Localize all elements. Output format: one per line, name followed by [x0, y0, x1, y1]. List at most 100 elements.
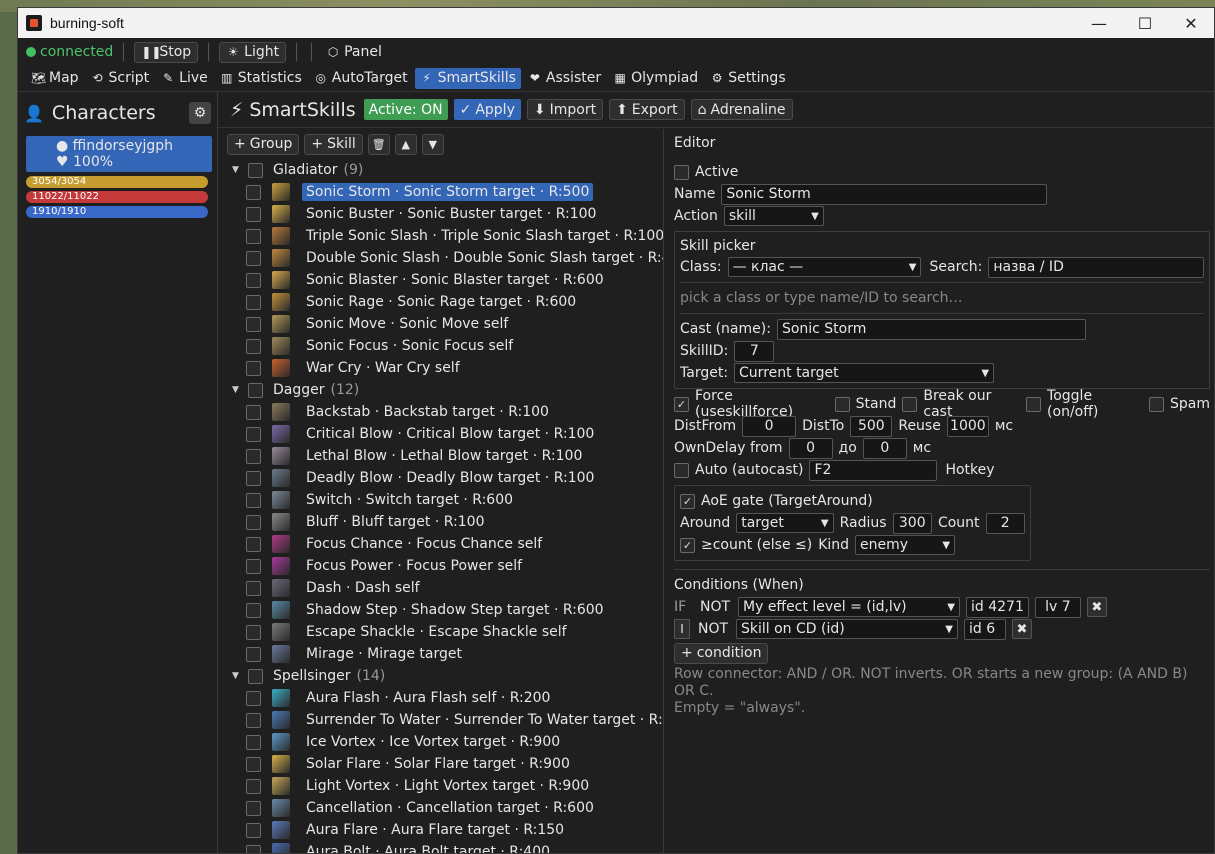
group-row[interactable]: ▼ Gladiator (9)	[232, 159, 663, 181]
group-checkbox[interactable]	[248, 382, 263, 398]
skill-row[interactable]: Aura Flash · Aura Flash self · R:200	[232, 687, 663, 709]
skill-row[interactable]: Shadow Step · Shadow Step target · R:600	[232, 599, 663, 621]
skill-checkbox[interactable]	[246, 294, 261, 310]
delete-button[interactable]: 🗑	[367, 133, 390, 155]
break-cast-checkbox[interactable]	[902, 396, 918, 412]
owndelay-from-input[interactable]: 0	[788, 437, 833, 459]
tab-settings[interactable]: ⚙ Settings	[705, 68, 790, 89]
tab-assister[interactable]: ❤ Assister	[523, 68, 606, 89]
skill-row[interactable]: Sonic Rage · Sonic Rage target · R:600	[232, 291, 663, 313]
skill-checkbox[interactable]	[246, 250, 261, 266]
distfrom-input[interactable]: 0	[742, 415, 797, 437]
skill-checkbox[interactable]	[246, 426, 261, 442]
skill-checkbox[interactable]	[246, 492, 261, 508]
kind-select[interactable]: enemy ▼	[855, 535, 956, 555]
tab-map[interactable]: 🗺 Map	[26, 68, 84, 89]
skill-row[interactable]: Sonic Focus · Sonic Focus self	[232, 335, 663, 357]
skill-checkbox[interactable]	[246, 514, 261, 530]
skill-checkbox[interactable]	[246, 272, 261, 288]
skill-checkbox[interactable]	[246, 404, 261, 420]
action-select[interactable]: skill ▼	[723, 206, 824, 226]
skill-row[interactable]: Cancellation · Cancellation target · R:6…	[232, 797, 663, 819]
count-input[interactable]: 2	[985, 512, 1025, 534]
skill-row[interactable]: Sonic Storm · Sonic Storm target · R:500	[232, 181, 663, 203]
active-toggle[interactable]: Active: ON	[363, 99, 448, 120]
distto-input[interactable]: 500	[850, 415, 893, 437]
skill-checkbox[interactable]	[246, 558, 261, 574]
characters-settings-button[interactable]: ⚙	[189, 102, 211, 124]
skillid-input[interactable]: 7	[734, 340, 775, 362]
skill-checkbox[interactable]	[246, 206, 261, 222]
tab-live[interactable]: ✎ Live	[156, 68, 213, 89]
skill-row[interactable]: Dash · Dash self	[232, 577, 663, 599]
skill-row[interactable]: Ice Vortex · Ice Vortex target · R:900	[232, 731, 663, 753]
skill-checkbox[interactable]	[246, 756, 261, 772]
skill-row[interactable]: Double Sonic Slash · Double Sonic Slash …	[232, 247, 663, 269]
skill-row[interactable]: Sonic Blaster · Sonic Blaster target · R…	[232, 269, 663, 291]
autocast-checkbox[interactable]	[674, 462, 689, 478]
skill-checkbox[interactable]	[246, 602, 261, 618]
import-button[interactable]: ⬇ Import	[526, 99, 604, 120]
add-group-button[interactable]: + Group	[227, 133, 300, 155]
skill-row[interactable]: Focus Power · Focus Power self	[232, 555, 663, 577]
radius-input[interactable]: 300	[892, 512, 932, 534]
skill-row[interactable]: Solar Flare · Solar Flare target · R:900	[232, 753, 663, 775]
skill-row[interactable]: Bluff · Bluff target · R:100	[232, 511, 663, 533]
skill-row[interactable]: Lethal Blow · Lethal Blow target · R:100	[232, 445, 663, 467]
spam-checkbox[interactable]	[1149, 396, 1164, 412]
adrenaline-button[interactable]: ⌂ Adrenaline	[690, 99, 793, 120]
skill-checkbox[interactable]	[246, 470, 261, 486]
caret-down-icon[interactable]: ▼	[232, 385, 242, 395]
tab-script[interactable]: ⟲ Script	[86, 68, 155, 89]
skill-checkbox[interactable]	[246, 822, 261, 838]
around-select[interactable]: target ▼	[736, 513, 834, 533]
condition-connector[interactable]: I	[674, 619, 690, 639]
skill-row[interactable]: Deadly Blow · Deadly Blow target · R:100	[232, 467, 663, 489]
skill-checkbox[interactable]	[246, 184, 261, 200]
skill-row[interactable]: Escape Shackle · Escape Shackle self	[232, 621, 663, 643]
tab-smartskills[interactable]: ⚡ SmartSkills	[414, 67, 521, 89]
skill-checkbox[interactable]	[246, 800, 261, 816]
skill-checkbox[interactable]	[246, 778, 261, 794]
class-select[interactable]: — клас — ▼	[727, 257, 922, 277]
skill-row[interactable]: Sonic Buster · Sonic Buster target · R:1…	[232, 203, 663, 225]
target-select[interactable]: Current target ▼	[734, 363, 995, 383]
group-checkbox[interactable]	[248, 162, 263, 178]
tab-autotarget[interactable]: ◎ AutoTarget	[309, 68, 413, 89]
skill-row[interactable]: War Cry · War Cry self	[232, 357, 663, 379]
skill-row[interactable]: Light Vortex · Light Vortex target · R:9…	[232, 775, 663, 797]
skill-checkbox[interactable]	[246, 228, 261, 244]
minimize-button[interactable]: —	[1076, 8, 1122, 38]
group-row[interactable]: ▼ Spellsinger (14)	[232, 665, 663, 687]
light-button[interactable]: ☀ Light	[219, 41, 287, 63]
skill-row[interactable]: Surrender To Water · Surrender To Water …	[232, 709, 663, 731]
condition-arg1-input[interactable]: id 6	[964, 618, 1006, 640]
skill-checkbox[interactable]	[246, 580, 261, 596]
skill-checkbox[interactable]	[246, 360, 261, 376]
skill-row[interactable]: Critical Blow · Critical Blow target · R…	[232, 423, 663, 445]
skill-row[interactable]: Focus Chance · Focus Chance self	[232, 533, 663, 555]
skill-row[interactable]: Mirage · Mirage target	[232, 643, 663, 665]
aoe-gate-checkbox[interactable]: ✓	[680, 493, 695, 509]
skill-checkbox[interactable]	[246, 338, 261, 354]
caret-down-icon[interactable]: ▼	[232, 165, 242, 175]
active-checkbox[interactable]	[674, 164, 689, 180]
skill-row[interactable]: Backstab · Backstab target · R:100	[232, 401, 663, 423]
reuse-input[interactable]: 1000	[946, 415, 989, 437]
skill-checkbox[interactable]	[246, 734, 261, 750]
stand-checkbox[interactable]	[834, 396, 850, 412]
condition-not[interactable]: NOT	[698, 599, 732, 615]
skill-checkbox[interactable]	[246, 712, 261, 728]
caret-down-icon[interactable]: ▼	[232, 671, 242, 681]
export-button[interactable]: ⬆ Export	[609, 99, 685, 120]
move-up-button[interactable]: ▲	[394, 133, 417, 155]
search-input[interactable]: назва / ID	[988, 256, 1204, 278]
skill-checkbox[interactable]	[246, 536, 261, 552]
toggle-checkbox[interactable]	[1026, 396, 1042, 412]
skill-row[interactable]: Aura Bolt · Aura Bolt target · R:400	[232, 841, 663, 853]
skill-checkbox[interactable]	[246, 646, 261, 662]
tab-olympiad[interactable]: ▦ Olympiad	[608, 68, 703, 89]
skill-checkbox[interactable]	[246, 844, 261, 853]
skill-row[interactable]: Switch · Switch target · R:600	[232, 489, 663, 511]
apply-button[interactable]: ✓ Apply	[453, 99, 521, 120]
